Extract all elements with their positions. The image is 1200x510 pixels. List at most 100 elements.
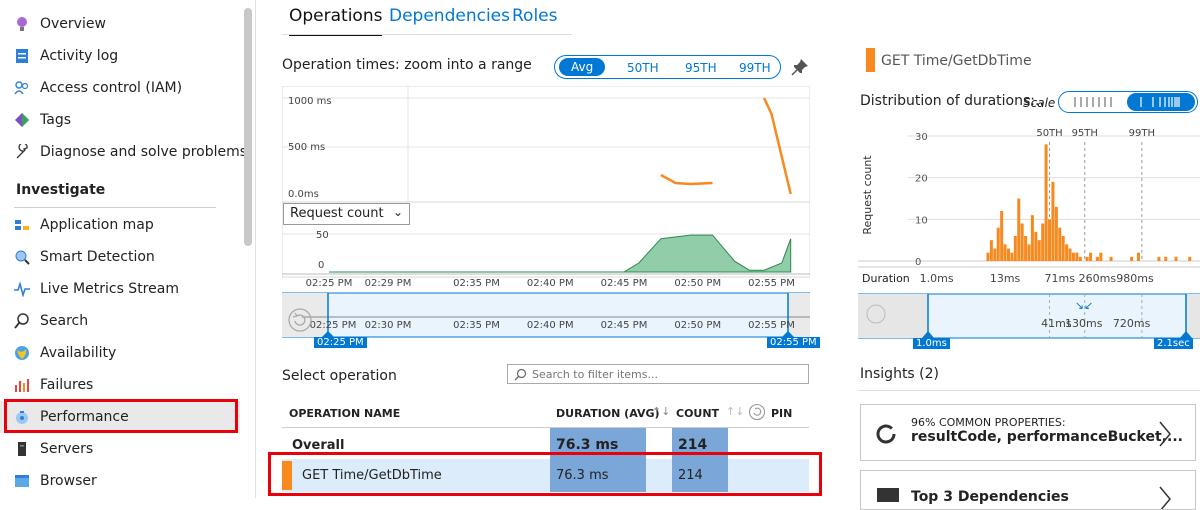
- insight-detail: resultCode, performanceBucket,...: [911, 429, 1183, 445]
- operation-search-box[interactable]: [507, 364, 809, 384]
- sidebar-item-diagnose-and-solve-problems[interactable]: Diagnose and solve problems: [0, 136, 247, 168]
- duration-tick-label: 980ms: [1116, 272, 1154, 285]
- pill-99th[interactable]: 99TH: [739, 61, 771, 75]
- duration-value: 76.3 ms: [556, 437, 619, 453]
- sidebar-item-search[interactable]: Search: [0, 305, 240, 337]
- histogram-bar: [1130, 256, 1134, 261]
- section-investigate: Investigate: [16, 182, 106, 198]
- percentile-marker-label: 95TH: [1072, 128, 1098, 139]
- insight-heading: 96% COMMON PROPERTIES:: [911, 416, 1066, 429]
- tab-operations[interactable]: Operations: [289, 6, 383, 36]
- y-tick-label: 30: [915, 132, 928, 143]
- duration-range-start: 1.0ms: [913, 338, 950, 349]
- sidebar-item-tags[interactable]: Tags: [0, 104, 240, 136]
- col-count[interactable]: COUNT: [676, 407, 719, 420]
- log-scale-button[interactable]: [1127, 93, 1195, 111]
- histogram-bar: [1174, 256, 1178, 261]
- duration-range-end: 2.1sec: [1154, 338, 1193, 349]
- sidebar-item-performance[interactable]: Performance: [0, 401, 240, 433]
- sidebar-item-live-metrics-stream[interactable]: Live Metrics Stream: [0, 273, 240, 305]
- sort-icon[interactable]: ↑↓: [726, 405, 744, 418]
- people-icon: [14, 80, 30, 96]
- operation-times-title: Operation times: zoom into a range: [282, 57, 532, 73]
- sidebar-scrollbar[interactable]: [244, 8, 252, 246]
- histogram-bar: [1037, 240, 1041, 261]
- insight-card-common-properties[interactable]: 96% COMMON PROPERTIES: resultCode, perfo…: [860, 404, 1196, 461]
- x-tick-label: 02:29 PM: [365, 278, 412, 289]
- pill-50th[interactable]: 50TH: [627, 61, 659, 75]
- reset-icon[interactable]: [748, 403, 766, 421]
- row-color-marker: [282, 461, 292, 490]
- range-tick-label: 02:45 PM: [601, 320, 648, 331]
- performance-icon: [14, 409, 30, 425]
- sidebar-item-label: Live Metrics Stream: [40, 281, 179, 297]
- operation-search-input[interactable]: [532, 366, 802, 382]
- pill-95th[interactable]: 95TH: [685, 61, 717, 75]
- histogram-bar: [1024, 236, 1028, 261]
- histogram-bar: [996, 227, 1000, 261]
- sidebar-item-browser[interactable]: Browser: [0, 465, 240, 497]
- range-tick-label: 02:55 PM: [748, 320, 795, 331]
- y-tick-label: 0.0ms: [288, 189, 319, 200]
- duration-distribution-chart[interactable]: 30 20 10 0 Request count 50TH 95TH 99TH Duration…: [858, 120, 1200, 350]
- histogram-bar: [1054, 206, 1058, 261]
- insight-card-dependencies[interactable]: Top 3 Dependencies: [860, 470, 1196, 510]
- select-operation-label: Select operation: [282, 368, 397, 384]
- sidebar-item-access-control-iam[interactable]: Access control (IAM): [0, 72, 240, 104]
- dependencies-icon: [877, 488, 899, 502]
- range-tick-label: 02:35 PM: [453, 320, 500, 331]
- sidebar-item-smart-detection[interactable]: Smart Detection: [0, 241, 240, 273]
- histogram-bar: [1095, 256, 1099, 261]
- pin-icon[interactable]: [790, 57, 810, 77]
- sidebar-item-label: Search: [40, 313, 89, 329]
- histogram-bar: [1010, 252, 1014, 261]
- histogram-bar: [1071, 252, 1075, 261]
- sidebar-item-application-map[interactable]: Application map: [0, 209, 240, 241]
- metric-dropdown[interactable]: Request count ⌄: [283, 203, 410, 225]
- histogram-bar: [1034, 231, 1038, 261]
- percentile-marker-label: 50TH: [1036, 128, 1062, 139]
- table-row[interactable]: GET Time/GetDbTime 76.3 ms 214: [282, 459, 809, 492]
- col-operation-name[interactable]: OPERATION NAME: [289, 407, 400, 420]
- y-axis-label: Request count: [861, 155, 874, 235]
- duration-label: Duration: [862, 272, 910, 285]
- tab-roles[interactable]: Roles: [512, 6, 558, 26]
- scale-toggle[interactable]: [1058, 91, 1198, 113]
- linear-scale-icon[interactable]: [1073, 96, 1123, 108]
- pulse-icon: [14, 281, 30, 298]
- range-end-label: 02:55 PM: [767, 337, 820, 348]
- col-pin: PIN: [771, 407, 793, 420]
- pill-avg[interactable]: Avg: [559, 58, 606, 76]
- sidebar-item-activity-log[interactable]: Activity log: [0, 40, 240, 72]
- globe-icon: [14, 345, 30, 361]
- table-row[interactable]: Overall 76.3 ms 214: [282, 428, 809, 459]
- histogram-bar: [1075, 252, 1079, 261]
- insight-heading: Top 3 Dependencies: [911, 489, 1069, 505]
- sidebar-item-overview[interactable]: Overview: [0, 8, 240, 40]
- duration-tick-label: 13ms: [990, 272, 1021, 285]
- histogram-bar: [1164, 256, 1168, 261]
- sidebar-item-availability[interactable]: Availability: [0, 337, 240, 369]
- duration-range-tick: 130ms: [1065, 317, 1103, 330]
- sidebar-item-failures[interactable]: Failures: [0, 369, 240, 401]
- scale-label: Scale: [1023, 96, 1056, 110]
- line-chart-frame: [282, 86, 810, 203]
- reset-zoom-icon[interactable]: [287, 307, 313, 333]
- log-scale-icon: [1140, 97, 1180, 107]
- y-tick-label: 20: [915, 174, 928, 185]
- sidebar-item-servers[interactable]: Servers: [0, 433, 240, 465]
- range-tick-label: 02:40 PM: [527, 320, 574, 331]
- col-duration[interactable]: DURATION (AVG): [556, 407, 660, 420]
- histogram-bar: [1051, 181, 1055, 261]
- search-icon: [514, 368, 527, 381]
- histogram-bar: [1188, 256, 1192, 261]
- insights-title: Insights (2): [860, 366, 940, 382]
- histogram-bar: [1061, 236, 1065, 261]
- sort-icon[interactable]: ↑↓: [652, 405, 670, 418]
- range-tick-label: 02:50 PM: [674, 320, 721, 331]
- tab-underline: [282, 34, 572, 35]
- lightbulb-icon: [14, 16, 30, 32]
- tab-dependencies[interactable]: Dependencies: [389, 6, 510, 26]
- range-tick-label: 02:25 PM: [310, 320, 357, 331]
- sidebar-item-label: Application map: [40, 217, 154, 233]
